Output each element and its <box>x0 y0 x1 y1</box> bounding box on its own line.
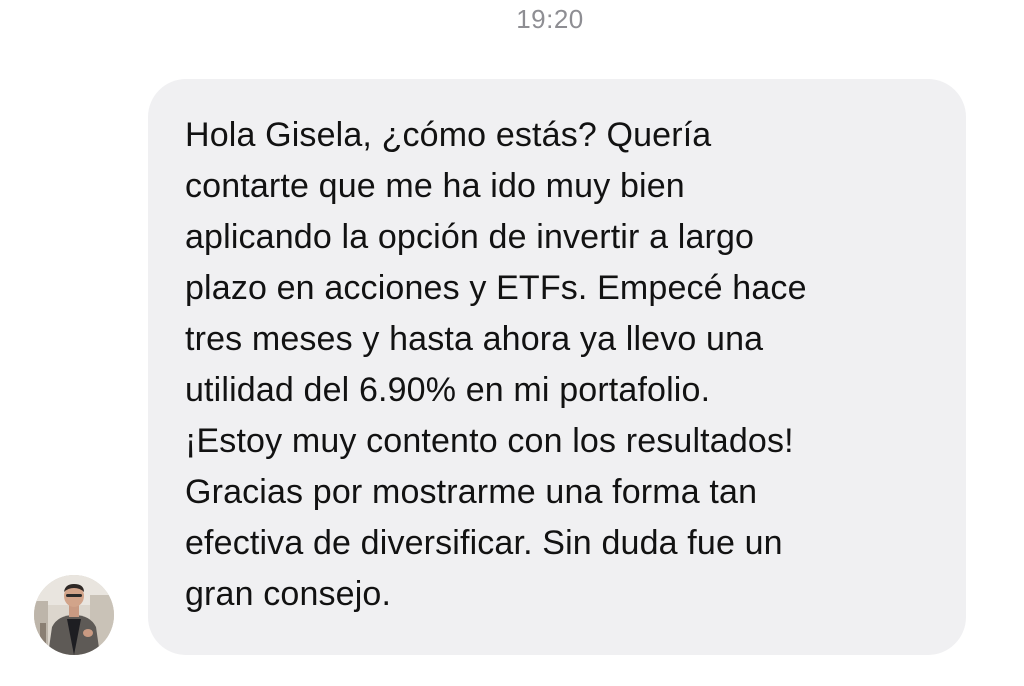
message-line: aplicando la opción de invertir a largo <box>185 218 755 256</box>
message-timestamp: 19:20 <box>516 4 584 34</box>
message-line: utilidad del 6.90% en mi portafolio. <box>185 371 711 409</box>
message-line: efectiva de diversificar. Sin duda fue u… <box>185 524 783 562</box>
incoming-message-bubble[interactable]: Hola Gisela, ¿cómo estás? Quería contart… <box>148 79 966 655</box>
message-line: gran consejo. <box>185 575 392 613</box>
sender-avatar[interactable] <box>34 575 114 655</box>
message-line: Hola Gisela, ¿cómo estás? Quería <box>185 116 712 154</box>
avatar-photo-icon <box>34 575 114 655</box>
message-text: Hola Gisela, ¿cómo estás? Quería contart… <box>185 110 936 620</box>
message-line: ¡Estoy muy contento con los resultados! <box>185 422 794 460</box>
message-line: contarte que me ha ido muy bien <box>185 167 685 205</box>
message-line: Gracias por mostrarme una forma tan <box>185 473 758 511</box>
message-line: plazo en acciones y ETFs. Empecé hace <box>185 269 807 307</box>
message-line: tres meses y hasta ahora ya llevo una <box>185 320 764 358</box>
